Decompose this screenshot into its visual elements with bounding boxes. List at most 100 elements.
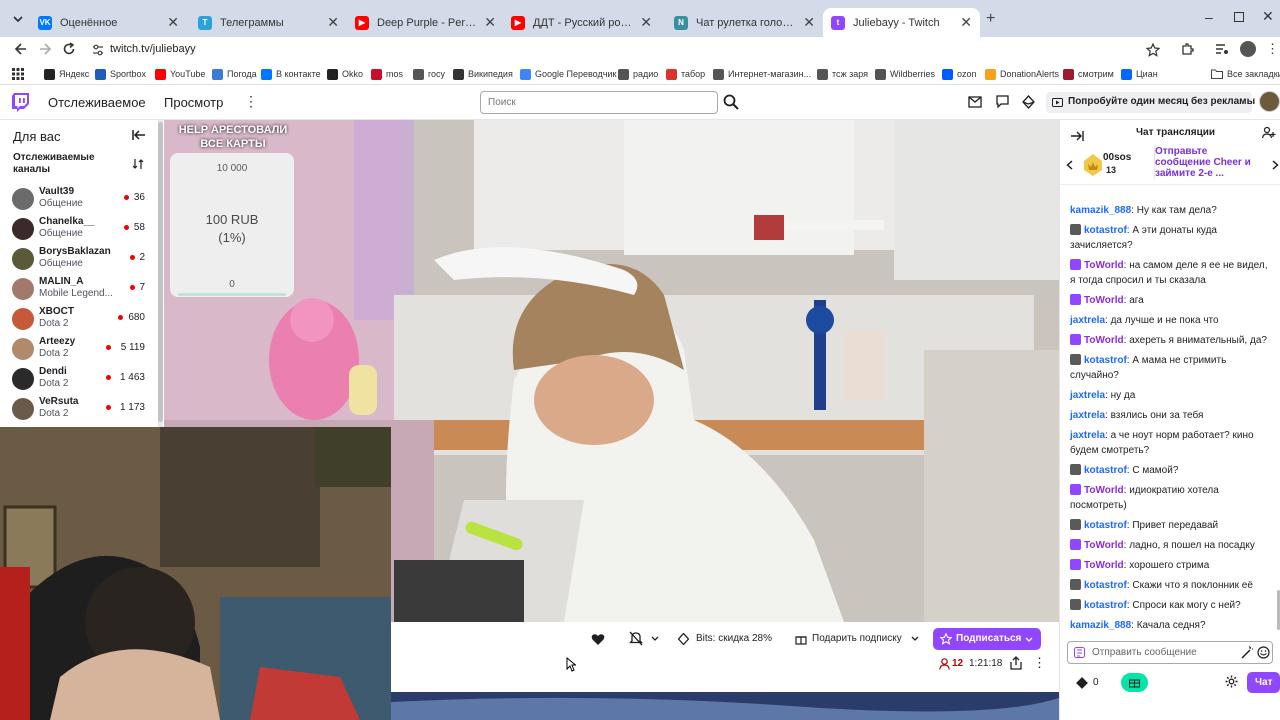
sidebar-channel-vault39[interactable]: Vault39 Общение 36 — [12, 184, 157, 214]
chat-username[interactable]: kotastrof — [1084, 465, 1127, 476]
sidebar-channel-malin-a[interactable]: MALIN_A Mobile Legend... 7 — [12, 274, 157, 304]
bookmark-item[interactable]: Погода — [212, 66, 257, 82]
more-options-button[interactable]: ⋮ — [1033, 655, 1046, 671]
heart-icon[interactable] — [591, 633, 605, 646]
chat-username[interactable]: ToWorld — [1084, 485, 1124, 496]
bookmark-item[interactable]: Sportbox — [95, 66, 146, 82]
chat-username[interactable]: ToWorld — [1084, 295, 1124, 306]
minimize-button[interactable]: – — [1205, 9, 1213, 25]
chat-username[interactable]: kotastrof — [1084, 355, 1127, 366]
chevron-right-icon[interactable] — [1272, 160, 1279, 170]
bookmark-item[interactable]: Google Переводчик — [520, 66, 616, 82]
settings-gear-icon[interactable] — [1225, 675, 1238, 688]
url-field[interactable]: twitch.tv/juliebayy — [84, 39, 1174, 61]
sidebar-scroll-thumb[interactable] — [158, 122, 163, 422]
forward-button[interactable] — [38, 42, 52, 56]
chat-username[interactable]: ToWorld — [1084, 560, 1124, 571]
chat-send-button[interactable]: Чат — [1247, 672, 1280, 693]
back-button[interactable] — [14, 42, 28, 56]
tab-close-icon[interactable]: ✕ — [640, 14, 652, 31]
custom-badge-icon[interactable] — [1070, 599, 1081, 610]
tab-close-icon[interactable]: ✕ — [327, 14, 339, 31]
bookmark-item[interactable]: Яндекс — [44, 66, 89, 82]
profile-avatar[interactable] — [1240, 41, 1256, 57]
chat-username[interactable]: jaxtrela — [1070, 430, 1105, 441]
chat-username[interactable]: jaxtrela — [1070, 390, 1105, 401]
nav-more-button[interactable]: ⋮ — [244, 93, 258, 110]
star-icon[interactable] — [1146, 43, 1160, 57]
sidebar-channel-versuta[interactable]: VeRsuta Dota 2 1 173 — [12, 394, 157, 424]
sidebar-scrollbar[interactable] — [158, 120, 163, 427]
custom-badge-icon[interactable] — [1070, 579, 1081, 590]
search-button[interactable] — [720, 91, 742, 114]
nav-following[interactable]: Отслеживаемое — [48, 95, 146, 110]
gift-sub-button[interactable]: Подарить подписку — [789, 628, 923, 650]
browser-tab[interactable]: T Телеграммы ✕ — [190, 8, 347, 37]
chevron-left-icon[interactable] — [1066, 160, 1073, 170]
tab-close-icon[interactable]: ✕ — [167, 14, 179, 31]
sidebar-channel-xboct[interactable]: XBOCT Dota 2 680 — [12, 304, 157, 334]
inbox-icon[interactable] — [968, 96, 982, 108]
chat-username[interactable]: ToWorld — [1084, 260, 1124, 271]
channel-points-icon[interactable] — [1076, 677, 1088, 689]
browser-tab[interactable]: ▶ Deep Purple - Perfect Strangers ✕ — [347, 8, 504, 37]
user-avatar[interactable] — [1259, 91, 1280, 112]
hype-cheer-cta[interactable]: Отправьте сообщение Cheer и займите 2-е … — [1155, 146, 1262, 180]
sidebar-channel-arteezy[interactable]: Arteezy Dota 2 5 119 — [12, 334, 157, 364]
notifications-button[interactable] — [629, 631, 661, 649]
browser-tab[interactable]: N Чат рулетка голосовая — Nekto.me ✕ — [666, 8, 823, 37]
browser-tab[interactable]: VK Оценённое ✕ — [30, 8, 187, 37]
bookmark-item[interactable]: Интернет-магазин... — [713, 66, 811, 82]
bookmark-item[interactable]: ozon — [942, 66, 977, 82]
ad-free-promo-button[interactable]: Попробуйте один месяц без рекламы — [1046, 92, 1255, 113]
chat-username[interactable]: jaxtrela — [1070, 315, 1105, 326]
chat-input[interactable]: Отправить сообщение — [1067, 641, 1273, 664]
bookmark-item[interactable]: табор — [666, 66, 705, 82]
chat-username[interactable]: ToWorld — [1084, 335, 1124, 346]
subscriber-badge-icon[interactable] — [1070, 334, 1081, 345]
magic-wand-icon[interactable] — [1241, 646, 1253, 659]
all-bookmarks-folder[interactable]: Все закладки — [1211, 66, 1280, 82]
custom-badge-icon[interactable] — [1070, 354, 1081, 365]
collapse-chat-icon[interactable] — [1070, 130, 1084, 142]
extensions-icon[interactable] — [1180, 42, 1194, 56]
bits-icon[interactable] — [1022, 95, 1035, 109]
tab-search-button[interactable] — [10, 12, 26, 26]
custom-badge-icon[interactable] — [1070, 224, 1081, 235]
tab-close-icon[interactable]: ✕ — [960, 14, 972, 31]
collapse-sidebar-icon[interactable] — [132, 129, 146, 141]
sort-icon[interactable] — [132, 158, 144, 170]
chat-username[interactable]: kotastrof — [1084, 225, 1127, 236]
custom-badge-icon[interactable] — [1070, 519, 1081, 530]
subscriber-badge-icon[interactable] — [1070, 259, 1081, 270]
chat-username[interactable]: kotastrof — [1084, 600, 1127, 611]
bookmark-item[interactable]: радио — [618, 66, 658, 82]
subscriber-badge-icon[interactable] — [1070, 294, 1081, 305]
browser-menu-button[interactable]: ⋮ — [1266, 41, 1279, 57]
bookmark-item[interactable]: YouTube — [155, 66, 205, 82]
apps-grid-icon[interactable] — [12, 68, 24, 80]
share-icon[interactable] — [1010, 656, 1022, 670]
bookmark-item[interactable]: Википедия — [453, 66, 513, 82]
browser-tab[interactable]: t Juliebayy - Twitch ✕ — [823, 8, 980, 37]
bookmark-item[interactable]: rocy — [413, 66, 445, 82]
claim-points-button[interactable] — [1121, 673, 1148, 692]
chat-username[interactable]: jaxtrela — [1070, 410, 1105, 421]
twitch-logo-icon[interactable] — [12, 93, 30, 112]
close-window-button[interactable]: ✕ — [1262, 8, 1274, 25]
emote-icon[interactable] — [1257, 646, 1270, 659]
bookmark-item[interactable]: Okko — [327, 66, 363, 82]
bits-discount-button[interactable]: Bits: скидка 28% — [674, 628, 780, 650]
maximize-button[interactable] — [1234, 12, 1244, 22]
bookmark-item[interactable]: Циан — [1121, 66, 1158, 82]
reload-button[interactable] — [62, 42, 76, 56]
whispers-icon[interactable] — [996, 95, 1009, 108]
chat-username[interactable]: kotastrof — [1084, 520, 1127, 531]
chat-username[interactable]: kotastrof — [1084, 580, 1127, 591]
bookmark-item[interactable]: смотрим — [1063, 66, 1114, 82]
chat-username[interactable]: kamazik_888 — [1070, 620, 1131, 631]
community-users-icon[interactable] — [1262, 126, 1276, 140]
subscriber-badge-icon[interactable] — [1070, 484, 1081, 495]
search-input[interactable]: Поиск — [480, 91, 718, 114]
subscribe-button[interactable]: Подписаться — [933, 628, 1041, 650]
